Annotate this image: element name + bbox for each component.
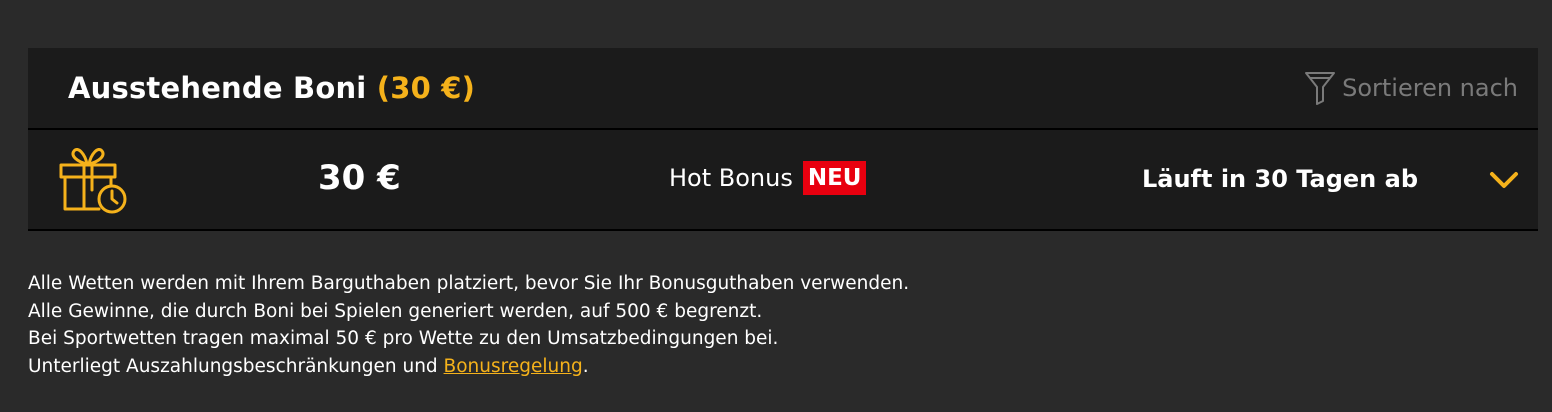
bonus-rules-link[interactable]: Bonusregelung xyxy=(444,356,583,377)
sort-label: Sortieren nach xyxy=(1342,74,1518,102)
bonus-terms-notes: Alle Wetten werden mit Ihrem Barguthaben… xyxy=(28,270,909,380)
new-badge: NEU xyxy=(802,161,867,195)
page-title: Ausstehende Boni (30 €) xyxy=(68,68,475,108)
sort-button[interactable]: Sortieren nach xyxy=(1304,70,1518,106)
note-line-2: Alle Gewinne, die durch Boni bei Spielen… xyxy=(28,300,763,322)
panel-header: Ausstehende Boni (30 €) Sortieren nach xyxy=(28,48,1538,130)
title-text: Ausstehende Boni xyxy=(68,71,367,105)
note-line-3: Bei Sportwetten tragen maximal 50 € pro … xyxy=(28,328,779,349)
note-line-1: Alle Wetten werden mit Ihrem Barguthaben… xyxy=(28,273,910,294)
pending-bonuses-panel: Ausstehende Boni (30 €) Sortieren nach 3… xyxy=(28,48,1538,231)
bonus-row[interactable]: 30 € Hot Bonus NEU Läuft in 30 Tagen ab xyxy=(28,130,1538,231)
note-line-4-prefix: Unterliegt Auszahlungsbeschränkungen und xyxy=(28,355,444,377)
note-line-4: Unterliegt Auszahlungsbeschränkungen und… xyxy=(28,353,909,381)
bonus-name-wrap: Hot Bonus NEU xyxy=(669,160,867,196)
bonus-amount: 30 € xyxy=(318,158,401,198)
title-amount: (30 €) xyxy=(376,71,476,105)
chevron-down-icon[interactable] xyxy=(1488,166,1520,194)
bonus-name: Hot Bonus xyxy=(669,164,793,192)
filter-icon xyxy=(1305,72,1336,105)
note-line-4-suffix: . xyxy=(582,355,589,377)
gift-clock-icon xyxy=(59,148,127,214)
bonus-expiry: Läuft in 30 Tagen ab xyxy=(1141,165,1418,193)
